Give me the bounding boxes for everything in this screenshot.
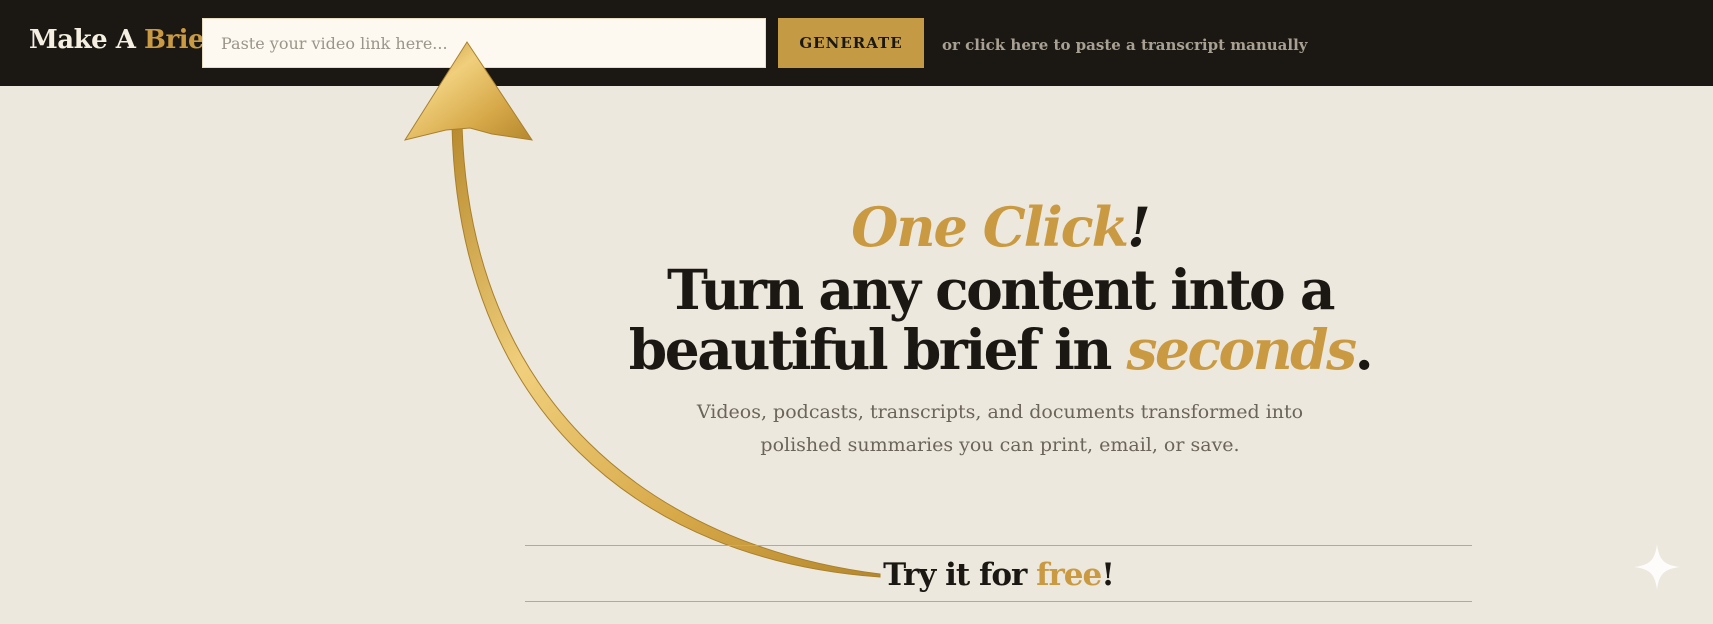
subtitle-line-1: Videos, podcasts, transcripts, and docum… [696,401,1304,423]
divider-top [525,545,1472,546]
top-bar: Make A Brief GENERATE or click here to p… [0,0,1713,86]
divider-bottom [525,601,1472,602]
paste-transcript-link[interactable]: or click here to paste a transcript manu… [942,36,1307,54]
brand-logo[interactable]: Make A Brief [29,25,215,55]
brand-name: Make A [29,25,144,55]
cta-accent: free [1036,557,1102,593]
generate-button[interactable]: GENERATE [778,18,924,68]
headline-accent: seconds [1126,317,1358,382]
hero-headline: Turn any content into a beautiful brief … [600,260,1400,380]
hero-section: One Click! Turn any content into a beaut… [600,196,1400,462]
one-click-text: One Click [851,195,1129,259]
sparkle-icon [1634,544,1680,590]
headline-line-1: Turn any content into a [666,257,1336,322]
headline-period: . [1354,317,1374,382]
try-free-cta[interactable]: Try it for free! [525,553,1472,597]
one-click-bang: ! [1127,195,1151,259]
cta-text: Try it for [883,557,1037,593]
headline-line-2-text: beautiful brief in [628,317,1127,382]
cta-bang: ! [1101,557,1115,593]
hero-subtitle: Videos, podcasts, transcripts, and docum… [600,396,1400,462]
headline-line-2: beautiful brief in seconds. [600,320,1400,380]
video-link-input[interactable] [202,18,766,68]
subtitle-line-2: polished summaries you can print, email,… [760,434,1240,456]
one-click-heading: One Click! [600,196,1400,258]
